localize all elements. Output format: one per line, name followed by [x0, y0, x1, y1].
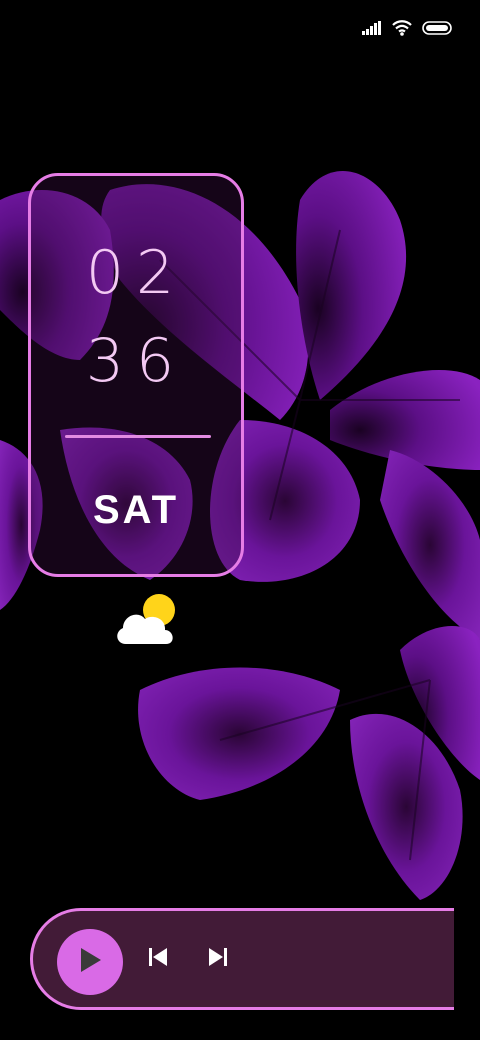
skip-previous-icon — [148, 947, 168, 971]
wifi-icon — [392, 20, 412, 36]
play-button[interactable] — [57, 929, 123, 995]
clock-divider — [65, 435, 211, 438]
status-bar — [362, 14, 452, 42]
clock-hours: 02 — [85, 238, 187, 308]
battery-icon — [422, 21, 452, 35]
music-player-widget — [30, 908, 454, 1010]
clock-minutes: 36 — [85, 326, 187, 396]
play-icon — [77, 946, 103, 978]
signal-icon — [362, 21, 382, 35]
day-of-week: SAT — [92, 488, 180, 532]
next-track-button[interactable] — [205, 946, 231, 972]
partly-cloudy-icon[interactable] — [114, 592, 180, 652]
skip-next-icon — [208, 947, 228, 971]
clock-widget[interactable]: 02 36 SAT — [28, 173, 244, 577]
previous-track-button[interactable] — [145, 946, 171, 972]
